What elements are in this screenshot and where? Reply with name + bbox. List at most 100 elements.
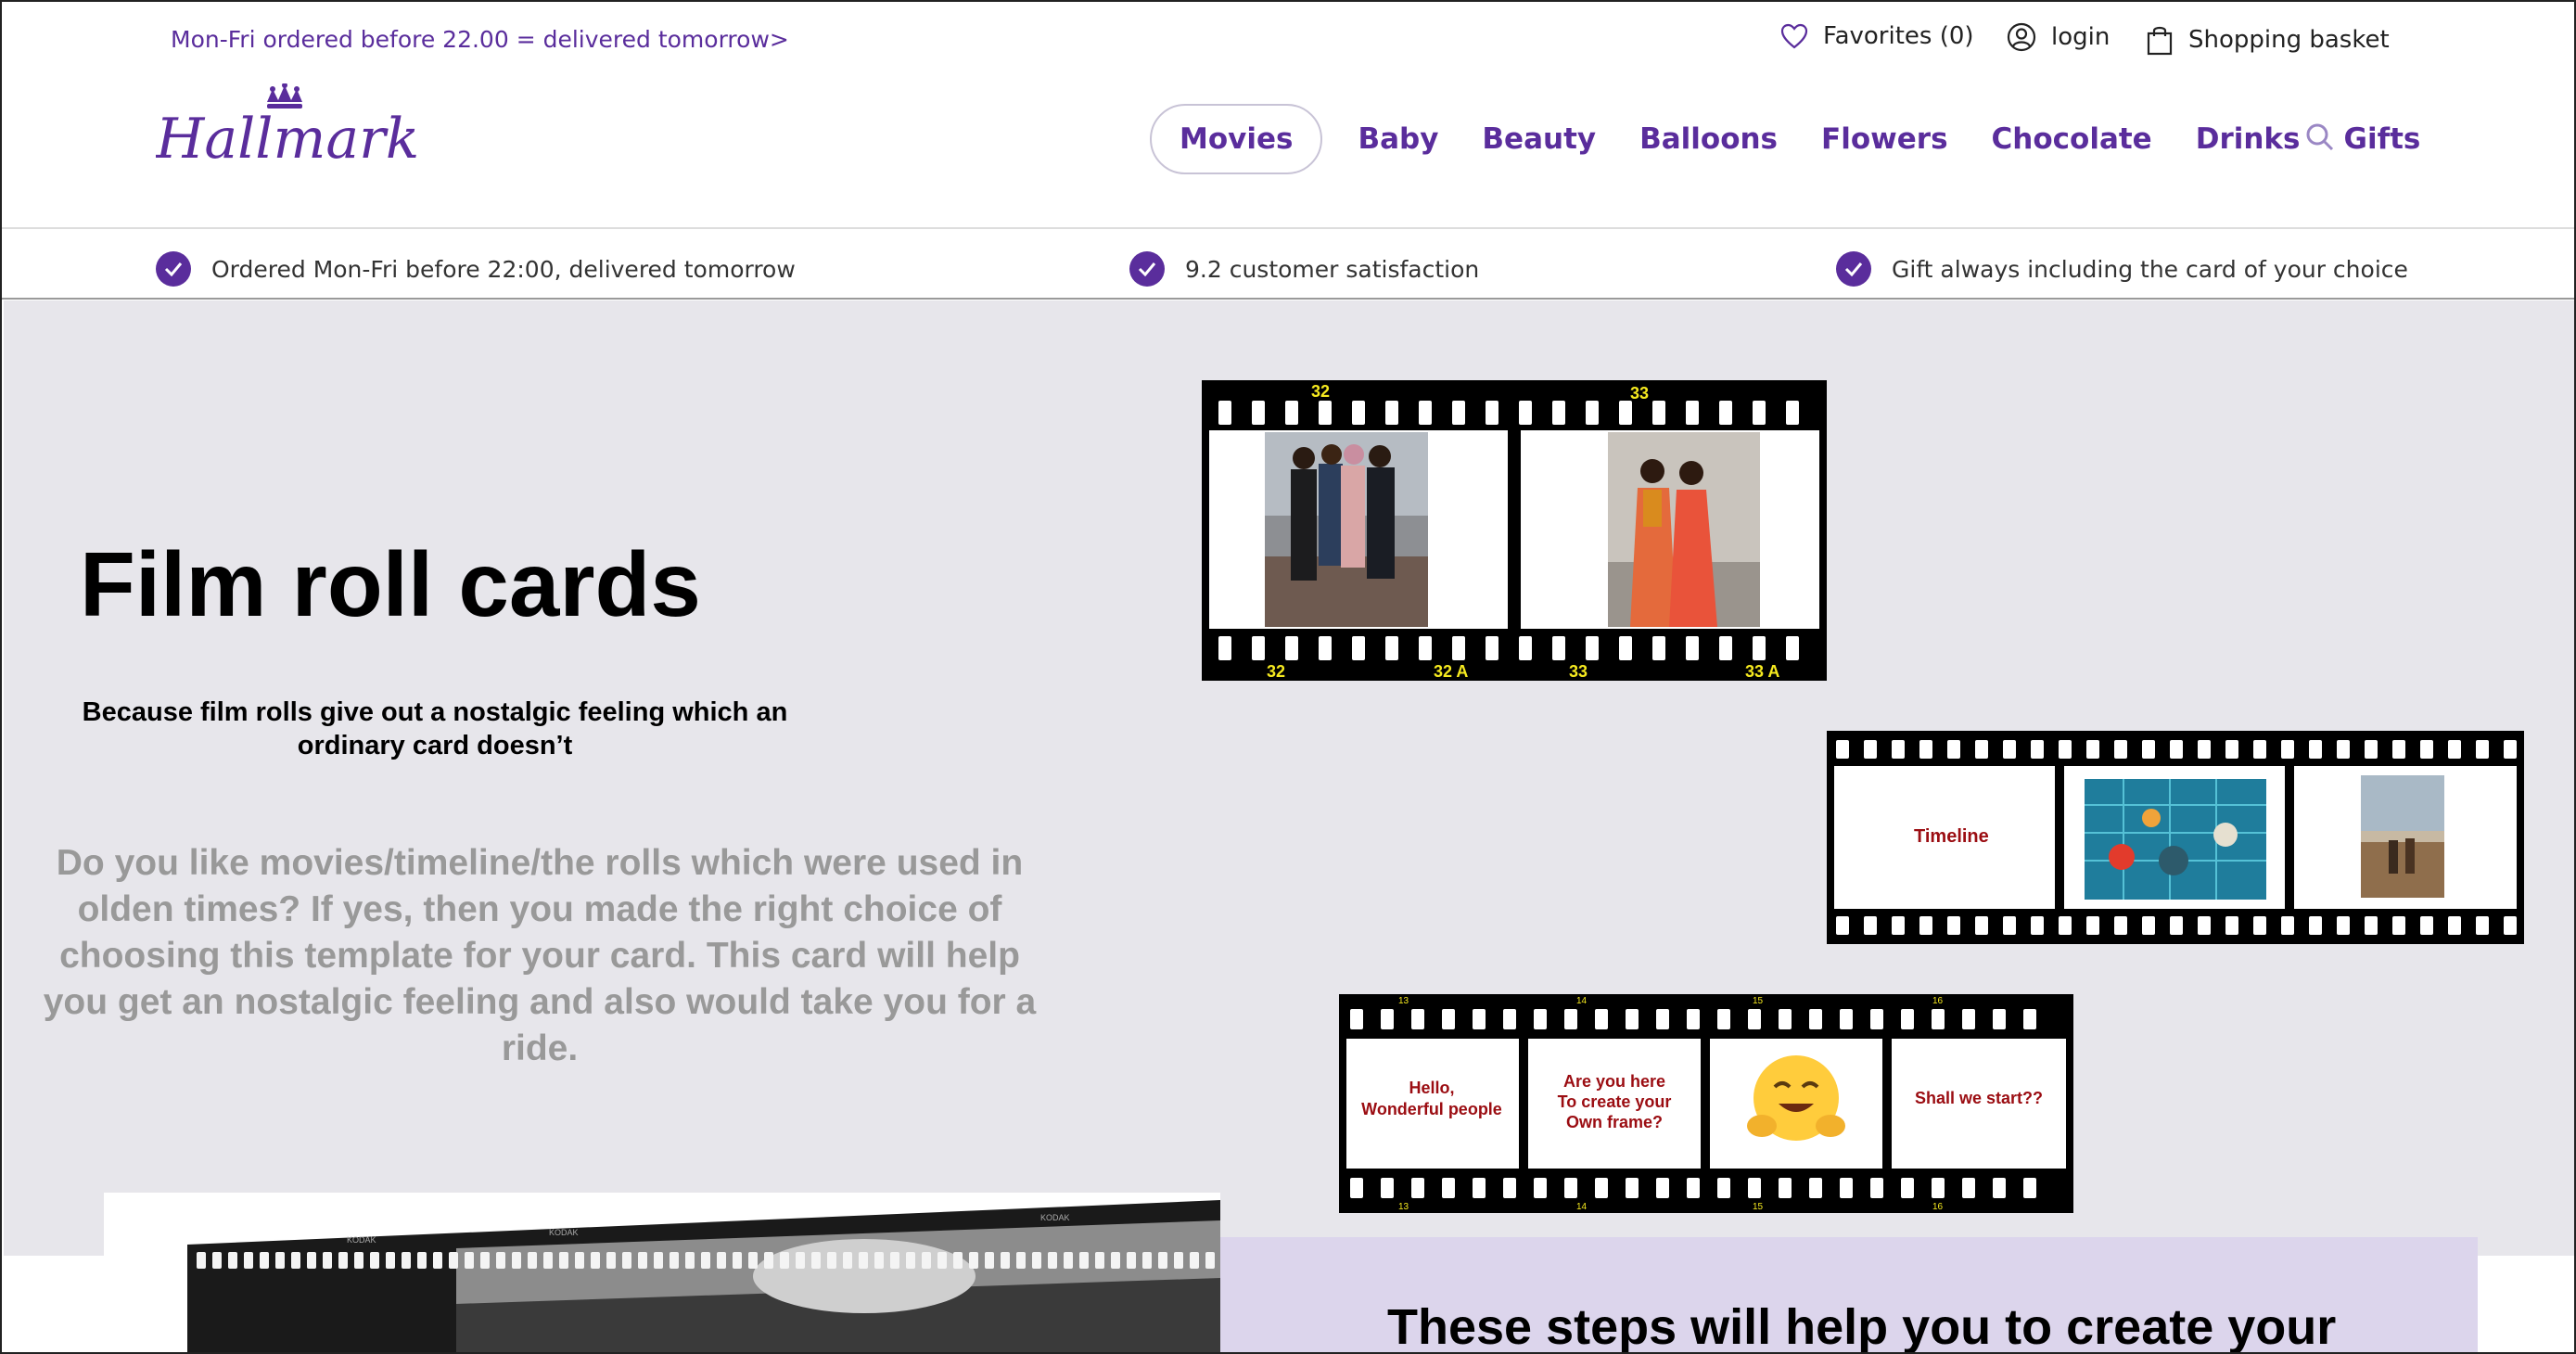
sprocket-hole xyxy=(985,1252,994,1269)
sprocket-hole xyxy=(2476,916,2489,935)
frame-number: 33 xyxy=(1630,384,1649,402)
sprocket-hole xyxy=(638,1252,647,1269)
sprocket-hole xyxy=(717,1252,726,1269)
hero-description: Do you like movies/timeline/the rolls wh… xyxy=(43,843,1037,1068)
sprocket-hole xyxy=(1285,401,1298,425)
sprocket-hole xyxy=(1319,401,1332,425)
nav-item-beauty[interactable]: Beauty xyxy=(1482,122,1596,156)
nav-item-gifts[interactable]: Gifts xyxy=(2344,122,2421,156)
sprocket-hole xyxy=(969,1252,978,1269)
sprocket-hole xyxy=(307,1252,316,1269)
favorites-label: Favorites xyxy=(1823,22,1932,50)
sprocket-hole xyxy=(1285,636,1298,660)
sprocket-hole xyxy=(1786,636,1799,660)
sprocket-hole xyxy=(1252,636,1265,660)
greeting-text: Hello, xyxy=(1409,1079,1454,1097)
delivery-promo-link[interactable]: Mon-Fri ordered before 22.00 = delivered… xyxy=(171,26,789,53)
nav-item-balloons[interactable]: Balloons xyxy=(1639,122,1778,156)
sprocket-hole xyxy=(874,1252,884,1269)
sprocket-hole xyxy=(1352,401,1365,425)
search-icon[interactable] xyxy=(2305,122,2335,157)
usp-label: 9.2 customer satisfaction xyxy=(1185,255,1480,283)
sprocket-hole xyxy=(2003,916,2016,935)
sprocket-hole xyxy=(1932,1009,1945,1029)
sprocket-hole xyxy=(906,1252,915,1269)
sprocket-hole xyxy=(1962,1178,1975,1198)
nav-item-baby[interactable]: Baby xyxy=(1358,122,1438,156)
film-strip-greetings: 13 14 15 16 13 14 15 16 Hello, Wonderful… xyxy=(1339,994,2073,1213)
sprocket-hole xyxy=(1174,1252,1183,1269)
sprocket-hole xyxy=(1064,1252,1073,1269)
sprocket-hole xyxy=(1719,401,1732,425)
sprocket-hole xyxy=(1473,1178,1486,1198)
sprocket-hole xyxy=(685,1252,695,1269)
frame-number: 13 xyxy=(1398,1202,1409,1212)
sprocket-hole xyxy=(1748,1178,1761,1198)
nav-item-movies[interactable]: Movies xyxy=(1150,104,1323,174)
sprocket-hole xyxy=(748,1252,758,1269)
sprocket-hole xyxy=(796,1252,805,1269)
sprocket-hole xyxy=(1901,1178,1914,1198)
timeline-frame-label: Timeline xyxy=(1914,826,1989,847)
sprocket-hole xyxy=(1503,1009,1516,1029)
greeting-text: Own frame? xyxy=(1566,1113,1663,1131)
film-edge-text: KODAK xyxy=(347,1235,376,1245)
frame-number: 14 xyxy=(1576,996,1588,1006)
sprocket-hole xyxy=(1753,401,1766,425)
sprocket-hole xyxy=(2253,916,2266,935)
sprocket-hole xyxy=(606,1252,616,1269)
sprocket-hole xyxy=(937,1252,947,1269)
nav-item-drinks[interactable]: Drinks xyxy=(2196,122,2301,156)
sprocket-hole xyxy=(1205,1252,1215,1269)
frame-number: 15 xyxy=(1753,1202,1764,1212)
sprocket-hole xyxy=(1381,1178,1394,1198)
sprocket-hole xyxy=(2059,740,2072,759)
sprocket-hole xyxy=(2086,740,2099,759)
sprocket-hole xyxy=(1519,636,1532,660)
nav-item-chocolate[interactable]: Chocolate xyxy=(1992,122,2152,156)
sprocket-hole xyxy=(1993,1178,2006,1198)
hero-subtitle: Because film rolls give out a nostalgic … xyxy=(82,697,788,760)
sprocket-hole xyxy=(2281,740,2294,759)
sprocket-hole xyxy=(1864,740,1877,759)
sprocket-hole xyxy=(811,1252,821,1269)
sprocket-hole xyxy=(2448,740,2461,759)
sprocket-hole xyxy=(1919,740,1932,759)
frame-number: 32 A xyxy=(1434,662,1468,681)
sprocket-hole xyxy=(1809,1009,1822,1029)
sprocket-hole xyxy=(1016,1252,1026,1269)
sprocket-hole xyxy=(2253,740,2266,759)
sprocket-hole xyxy=(2114,916,2127,935)
login-link[interactable]: login xyxy=(2007,22,2110,52)
sprocket-hole xyxy=(2392,916,2405,935)
nav-item-flowers[interactable]: Flowers xyxy=(1821,122,1948,156)
frame-number: 14 xyxy=(1576,1202,1588,1212)
sprocket-hole xyxy=(1892,740,1905,759)
favorites-link[interactable]: Favorites (0) xyxy=(1780,22,1974,50)
sprocket-hole xyxy=(496,1252,505,1269)
favorites-count: (0) xyxy=(1939,22,1974,50)
sprocket-hole xyxy=(1385,401,1398,425)
sprocket-hole xyxy=(1993,1009,2006,1029)
user-icon xyxy=(2007,22,2036,52)
frame-number: 32 xyxy=(1267,662,1285,681)
svg-text:Hallmark: Hallmark xyxy=(156,107,419,172)
sprocket-hole xyxy=(1864,916,1877,935)
sprocket-hole xyxy=(2170,916,2183,935)
shopping-basket-link[interactable]: Shopping basket xyxy=(2146,24,2390,56)
sprocket-hole xyxy=(1901,1009,1914,1029)
sprocket-hole xyxy=(1158,1252,1167,1269)
sprocket-hole xyxy=(1870,1009,1883,1029)
sprocket-hole xyxy=(1452,636,1465,660)
sprocket-hole xyxy=(2476,740,2489,759)
sprocket-hole xyxy=(1385,636,1398,660)
frame-number: 33 A xyxy=(1745,662,1779,681)
hallmark-logo[interactable]: Hallmark xyxy=(155,83,425,187)
sprocket-hole xyxy=(764,1252,773,1269)
frame-number: 33 xyxy=(1569,662,1588,681)
sprocket-hole xyxy=(2086,916,2099,935)
sprocket-hole xyxy=(2225,916,2238,935)
sprocket-hole xyxy=(1503,1178,1516,1198)
sprocket-hole xyxy=(2142,916,2155,935)
film-negative-photo: KODAK KODAK KODAK xyxy=(104,1193,1220,1352)
